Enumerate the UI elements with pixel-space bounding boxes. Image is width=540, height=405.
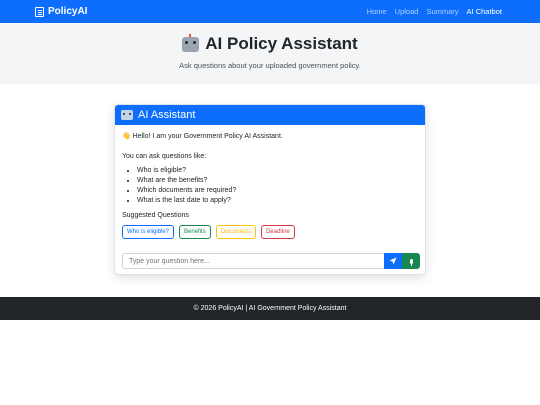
suggestion-benefits-button[interactable]: Benefits — [179, 225, 211, 239]
nav-link-home[interactable]: Home — [367, 7, 387, 16]
example-intro: You can ask questions like: — [122, 153, 207, 160]
robot-icon — [182, 33, 200, 52]
nav-link-upload[interactable]: Upload — [395, 7, 419, 16]
greeting-text: Hello! I am your Government Policy AI As… — [132, 133, 283, 140]
page-subtitle: Ask questions about your uploaded govern… — [179, 61, 361, 70]
suggested-questions: Who is eligible? Benefits Documents Dead… — [122, 225, 418, 239]
list-item: What are the benefits? — [137, 176, 418, 186]
chat-card-header: AI Assistant — [115, 105, 425, 125]
hero-section: AI Policy Assistant Ask questions about … — [0, 23, 540, 84]
voice-input-button[interactable] — [402, 253, 420, 269]
robot-icon — [121, 110, 133, 120]
footer-text: © 2026 PolicyAI | AI Government Policy A… — [193, 305, 347, 312]
list-item: What is the last date to apply? — [137, 196, 418, 206]
chat-card: AI Assistant 👋 Hello! I am your Governme… — [114, 104, 426, 275]
nav-link-summary[interactable]: Summary — [426, 7, 458, 16]
send-button[interactable] — [384, 253, 402, 269]
bot-greeting: 👋 Hello! I am your Government Policy AI … — [122, 132, 418, 140]
page-title: AI Policy Assistant — [0, 33, 540, 54]
page-footer: © 2026 PolicyAI | AI Government Policy A… — [0, 297, 540, 320]
brand-name: PolicyAI — [48, 6, 88, 17]
nav-links: Home Upload Summary AI Chatbot — [367, 7, 502, 16]
document-icon — [35, 6, 44, 17]
list-item: Which documents are required? — [137, 186, 418, 196]
top-navbar: PolicyAI Home Upload Summary AI Chatbot — [0, 0, 540, 23]
chat-messages: 👋 Hello! I am your Government Policy AI … — [115, 125, 425, 239]
microphone-icon — [409, 258, 413, 266]
send-icon — [389, 257, 397, 265]
brand[interactable]: PolicyAI — [35, 6, 87, 17]
question-input[interactable] — [122, 253, 384, 269]
suggested-questions-label: Suggested Questions — [122, 212, 189, 219]
example-question-list: Who is eligible? What are the benefits? … — [122, 166, 418, 206]
chat-input-row — [122, 253, 420, 269]
suggestion-deadline-button[interactable]: Deadline — [261, 225, 295, 239]
suggestion-documents-button[interactable]: Documents — [215, 225, 257, 239]
chat-card-title: AI Assistant — [138, 109, 196, 121]
suggestion-eligible-button[interactable]: Who is eligible? — [122, 225, 175, 239]
nav-link-ai-chatbot[interactable]: AI Chatbot — [467, 7, 502, 16]
list-item: Who is eligible? — [137, 166, 418, 176]
page-title-text: AI Policy Assistant — [205, 34, 358, 53]
waving-hand-icon: 👋 — [122, 133, 131, 140]
